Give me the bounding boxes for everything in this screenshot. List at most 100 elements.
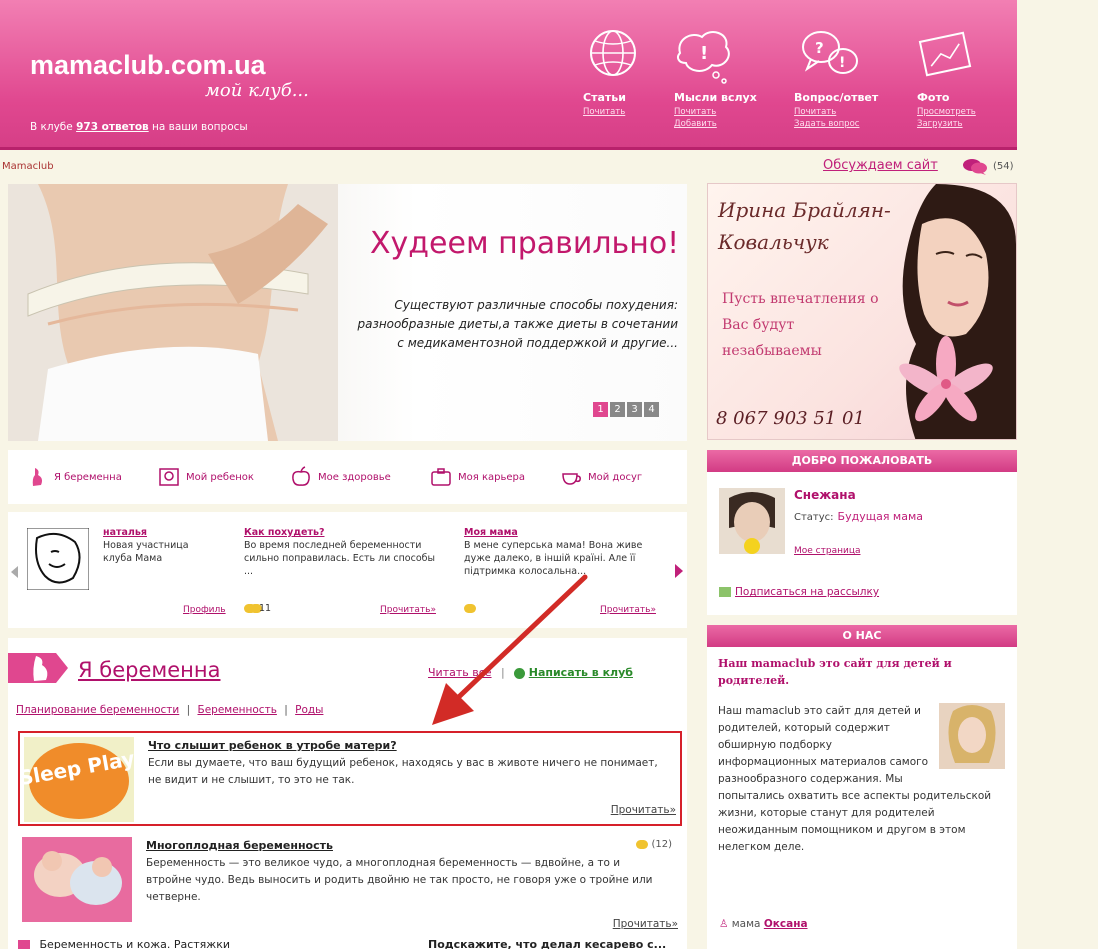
photo-icon (918, 31, 972, 77)
user-name[interactable]: Снежана (794, 488, 856, 502)
section-child[interactable]: Мой ребенок (158, 464, 254, 490)
nav-photo-title[interactable]: Фото (917, 91, 949, 104)
nav-thoughts-read[interactable]: Почитать (674, 106, 717, 118)
strip-post-3-text: В мене суперська мама! Вона живе дуже да… (464, 540, 643, 577)
site-logo[interactable]: mamaclub.com.ua (30, 50, 266, 81)
strip-post-1-more[interactable]: Профиль (183, 604, 226, 617)
strip-post-1-text: Новая участница клуба Мама (103, 540, 189, 564)
pregnant-subsections: Планирование беременности | Беременность… (16, 704, 324, 716)
section-leisure[interactable]: Мой досуг (560, 464, 642, 490)
strip-post-2: Как похудеть? Во время последней беремен… (244, 526, 444, 615)
strip-post-3-more[interactable]: Прочитать» (600, 604, 656, 617)
strip-next-arrow[interactable] (675, 564, 683, 578)
strip-post-3-title[interactable]: Моя мама (464, 526, 664, 539)
baby-icon (159, 468, 179, 486)
article-1-text: Если вы думаете, что ваш будущий ребенок… (148, 757, 658, 786)
hero-title[interactable]: Худеем правильно! (370, 226, 679, 261)
member-avatar (27, 528, 89, 590)
article-partial-row: Беременность и кожа. Растяжки Подскажите… (18, 938, 682, 949)
read-all-link[interactable]: Читать все (428, 666, 492, 679)
globe-icon (590, 30, 636, 76)
article-2-text: Беременность — это великое чудо, а много… (146, 857, 653, 903)
hero-page-4[interactable]: 4 (644, 402, 659, 417)
hero-page-1[interactable]: 1 (593, 402, 608, 417)
article-2-read[interactable]: Прочитать» (613, 918, 678, 930)
pregnant-section-title[interactable]: Я беременна (78, 658, 220, 682)
write-icon (514, 667, 526, 679)
partial-left-icon (18, 939, 30, 949)
welcome-box: ДОБРО ПОЖАЛОВАТЬ Снежана Статус: Будущая … (707, 450, 1017, 615)
partial-right-title[interactable]: Подскажите, что делал кесарево с... (428, 938, 666, 949)
sub-birth[interactable]: Роды (295, 704, 323, 716)
strip-post-2-more[interactable]: Прочитать» (380, 604, 436, 617)
cup-icon (562, 473, 581, 485)
discuss-site-link[interactable]: Обсуждаем сайт (823, 158, 938, 173)
nav-photo-upload[interactable]: Загрузить (917, 118, 976, 130)
partial-left-title[interactable]: Беременность и кожа. Растяжки (40, 938, 231, 949)
nav-qa[interactable]: ? ! Вопрос/ответ Почитать Задать вопрос (792, 25, 902, 129)
hero-text: Существуют различные способы похудения: … (357, 298, 678, 350)
strip-post-2-text: Во время последней беременности сильно п… (244, 540, 436, 577)
article-1-read[interactable]: Прочитать» (611, 804, 676, 816)
breadcrumb-home[interactable]: Mamaclub (2, 161, 54, 172)
nav-thoughts-title[interactable]: Мысли вслух (674, 91, 757, 104)
about-head: О НАС (707, 625, 1017, 647)
nav-qa-title[interactable]: Вопрос/ответ (794, 91, 878, 104)
pregnant-icon (32, 468, 42, 486)
user-status: Статус: Будущая мама (794, 510, 924, 523)
mail-icon (719, 587, 731, 597)
article-2-title[interactable]: Многоплодная беременность (146, 839, 333, 852)
nav-articles-title[interactable]: Статьи (583, 91, 626, 104)
page: mamaclub.com.ua мой клуб... В клубе 973 … (0, 0, 1020, 949)
nav-thoughts[interactable]: ! Мысли вслух Почитать Добавить (672, 25, 782, 129)
nav-photo[interactable]: Фото Просмотреть Загрузить (915, 25, 1025, 129)
apple-icon (292, 466, 310, 486)
hero-pager: 1 2 3 4 (593, 402, 659, 417)
svg-text:!: ! (839, 55, 845, 71)
comments-icon (244, 604, 256, 613)
ad-slogan: Пусть впечатления о Вас будут незабываем… (722, 291, 879, 359)
hero-banner[interactable]: Худеем правильно! Существуют различные с… (8, 184, 687, 441)
club-stats: В клубе 973 ответов на ваши вопросы (30, 121, 248, 133)
welcome-head: ДОБРО ПОЖАЛОВАТЬ (707, 450, 1017, 472)
nav-photo-view[interactable]: Просмотреть (917, 106, 976, 118)
section-health[interactable]: Мое здоровье (290, 464, 391, 490)
nav-thoughts-add[interactable]: Добавить (674, 118, 717, 130)
briefcase-icon (431, 468, 451, 486)
article-second[interactable]: Многоплодная беременность (12) Беременно… (18, 833, 682, 938)
comments-icon (464, 604, 476, 613)
section-pregnant[interactable]: Я беременна (26, 464, 122, 490)
strip-post-3: Моя мама В мене суперська мама! Вона жив… (464, 526, 664, 615)
author-link[interactable]: Оксана (764, 918, 808, 930)
thought-bubble-icon: ! (677, 31, 730, 84)
strip-post-2-title[interactable]: Как похудеть? (244, 526, 444, 539)
about-text: Наш mamaclub это сайт для детей и родите… (718, 705, 992, 853)
subscribe-link[interactable]: Подписаться на рассылку (719, 586, 879, 598)
answers-link[interactable]: 973 ответов (76, 121, 149, 133)
hero-page-3[interactable]: 3 (627, 402, 642, 417)
speech-bubbles-icon (963, 159, 987, 175)
nav-qa-read[interactable]: Почитать (794, 106, 859, 118)
hero-page-2[interactable]: 2 (610, 402, 625, 417)
comments-icon (636, 839, 649, 849)
write-to-club-link[interactable]: Написать в клуб (529, 666, 633, 679)
article-highlighted[interactable]: Sleep Play Что слышит ребенок в утробе м… (18, 731, 682, 826)
user-menu-link[interactable]: Мое страница (794, 546, 860, 556)
sections-nav: Я беременна Мой ребенок Мое здоровье Моя… (8, 450, 687, 504)
article-1-title[interactable]: Что слышит ребенок в утробе матери? (148, 739, 397, 752)
ad-name: Ирина Брайлян-Ковальчук (718, 198, 891, 254)
section-career[interactable]: Моя карьера (430, 464, 525, 490)
strip-prev-arrow[interactable] (11, 566, 18, 578)
sub-pregnancy[interactable]: Беременность (197, 704, 276, 716)
about-author: ♙ мама Оксана (719, 918, 808, 930)
article-2-comments: (12) (636, 839, 672, 850)
ad-phone: 8 067 903 51 01 (716, 408, 865, 429)
svg-text:!: ! (700, 43, 708, 64)
pregnant-section: Я беременна Читать все | Написать в клуб… (8, 638, 687, 949)
pregnant-section-links: Читать все | Написать в клуб (428, 666, 633, 679)
user-avatar[interactable] (719, 488, 785, 554)
ad-banner[interactable]: Ирина Брайлян-Ковальчук Пусть впечатлени… (707, 183, 1017, 440)
nav-qa-ask[interactable]: Задать вопрос (794, 118, 859, 130)
nav-articles-read[interactable]: Почитать (583, 106, 625, 118)
sub-planning[interactable]: Планирование беременности (16, 704, 179, 716)
